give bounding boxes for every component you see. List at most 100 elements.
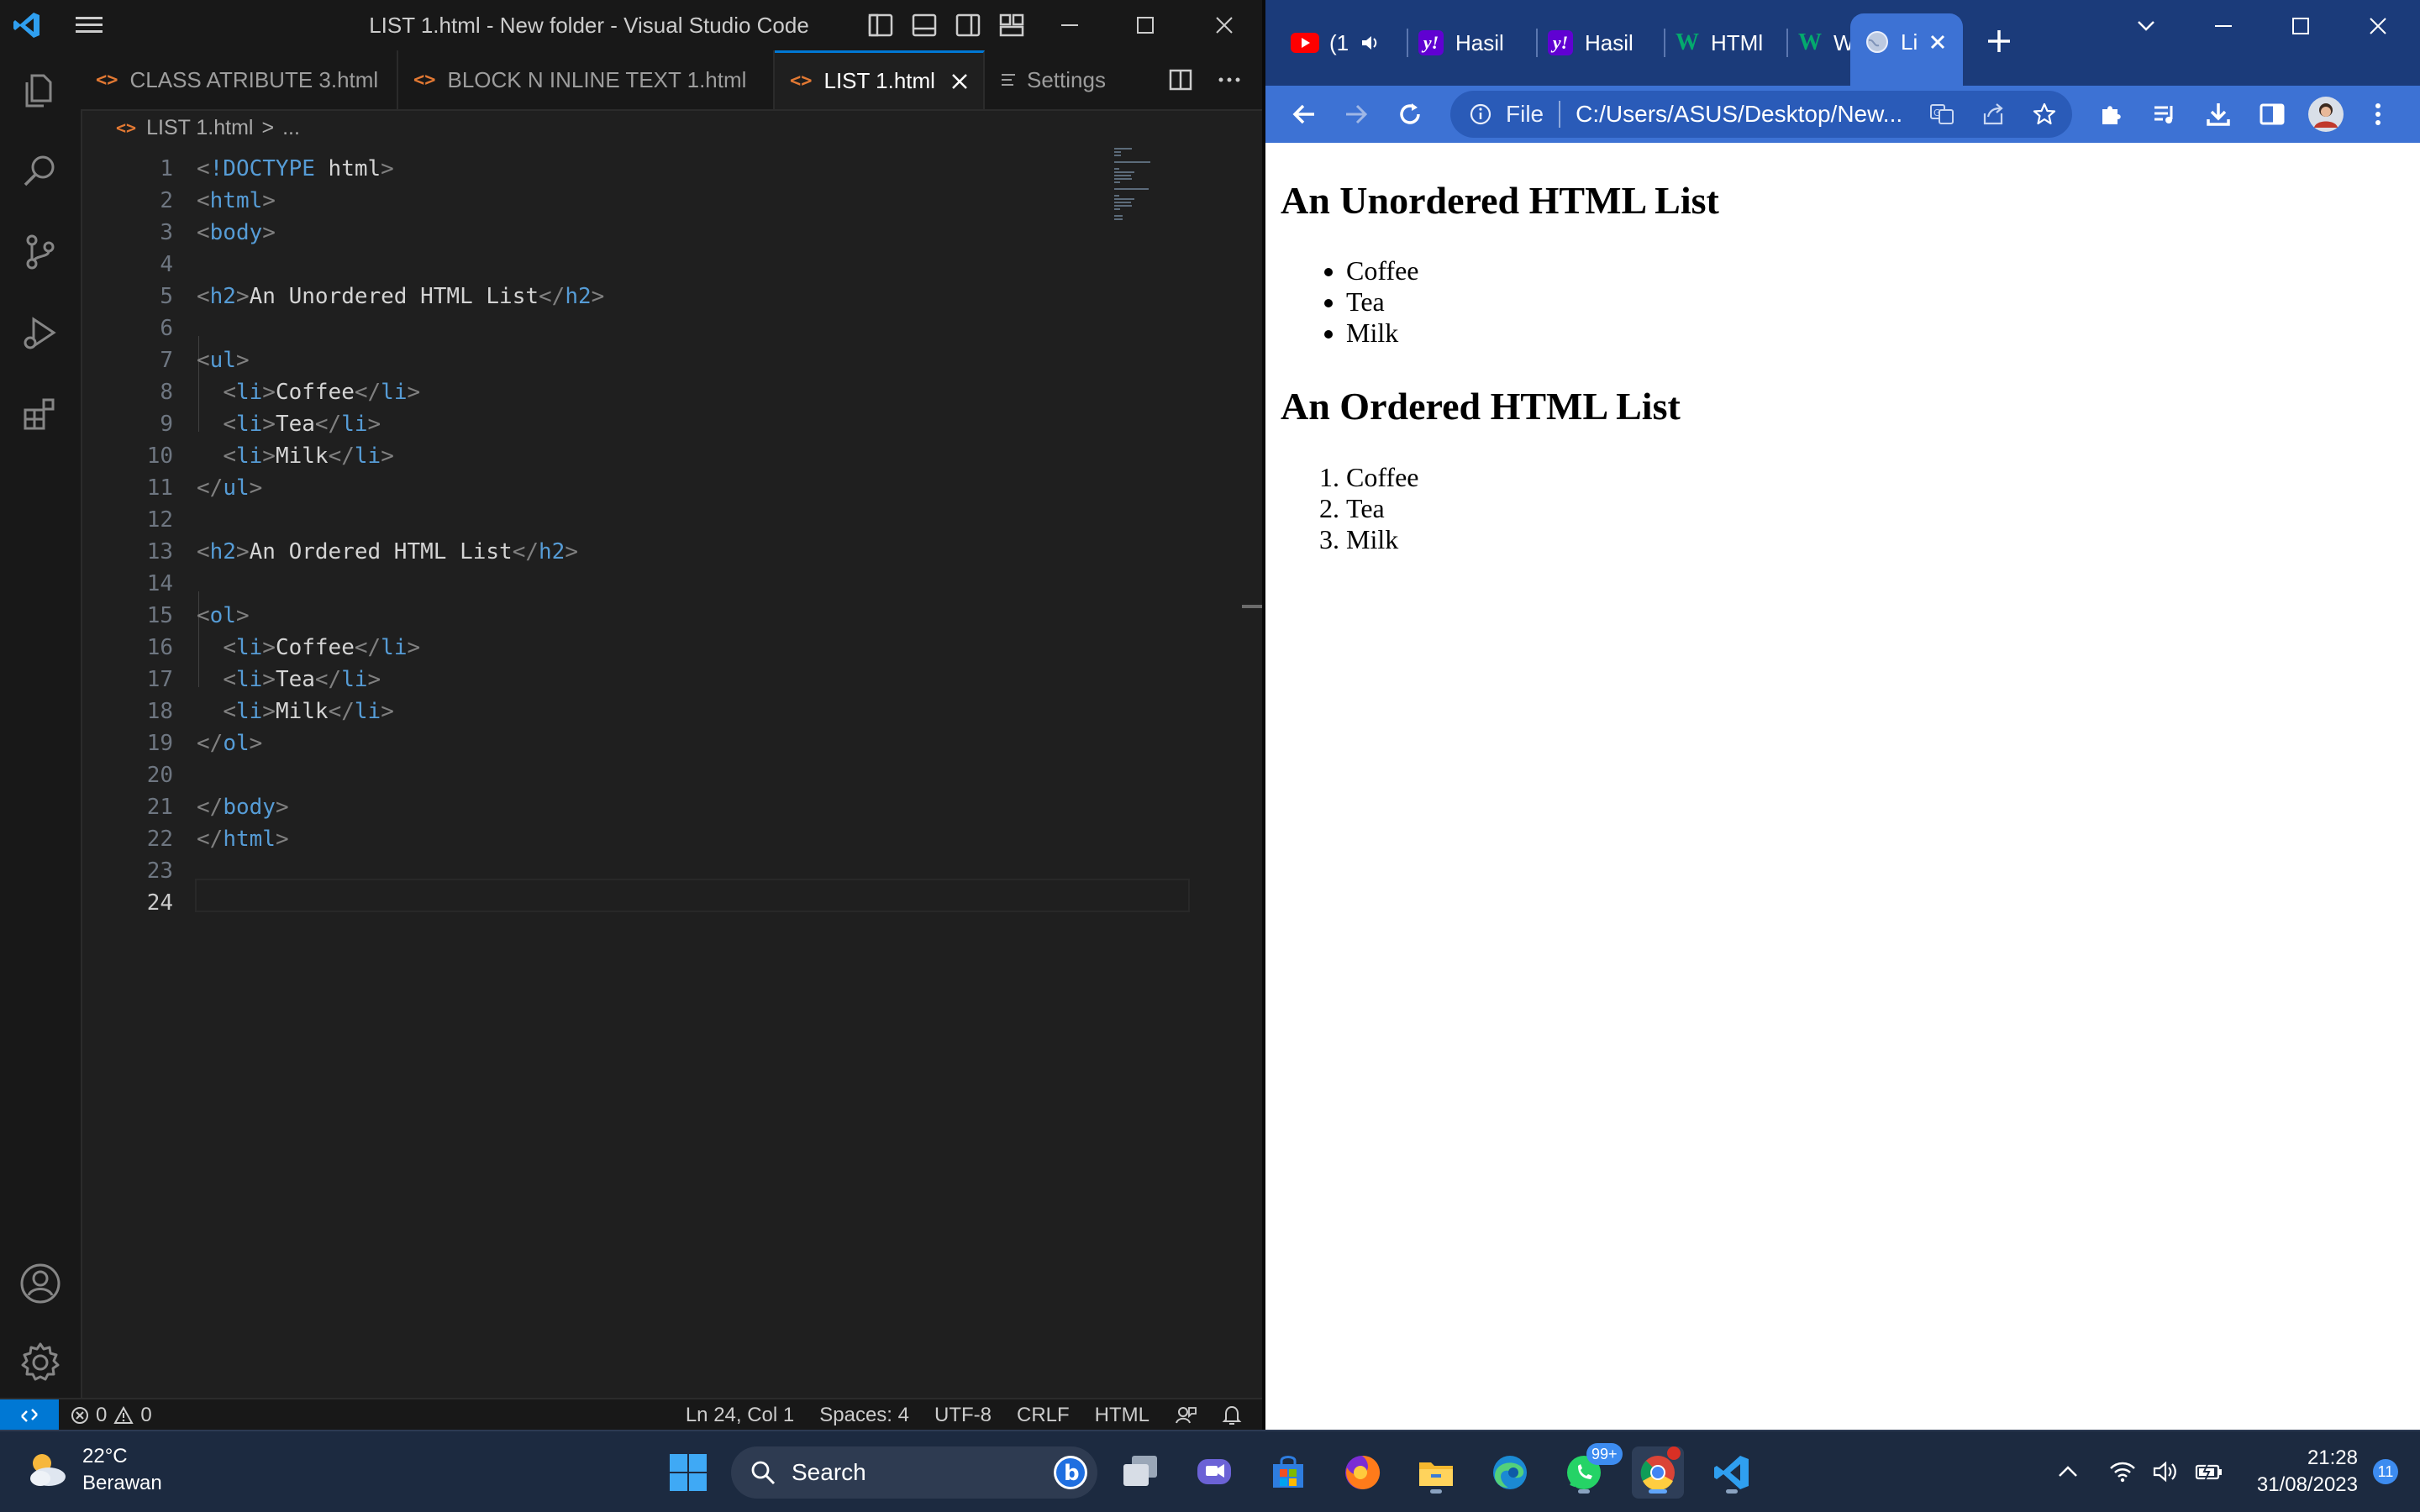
volume-icon[interactable]	[2153, 1460, 2178, 1483]
toggle-panel-icon[interactable]	[911, 12, 938, 39]
chrome-menu-kebab-icon[interactable]	[2358, 94, 2398, 134]
side-panel-icon[interactable]	[2252, 94, 2292, 134]
edge-icon[interactable]	[1484, 1446, 1536, 1499]
site-info-icon[interactable]	[1469, 102, 1492, 126]
code-token: Milk	[275, 699, 329, 724]
code-token: >	[381, 699, 394, 724]
microsoft-store-icon[interactable]	[1262, 1446, 1314, 1499]
language-mode[interactable]: HTML	[1095, 1404, 1150, 1427]
extensions-icon[interactable]	[0, 373, 81, 454]
cursor-position[interactable]: Ln 24, Col 1	[686, 1404, 794, 1427]
clock[interactable]: 21:28 31/08/2023	[2257, 1445, 2358, 1499]
minimize-button[interactable]	[2185, 0, 2262, 52]
extensions-puzzle-icon[interactable]	[2091, 94, 2131, 134]
notification-count-badge[interactable]: 11	[2373, 1459, 2398, 1484]
notifications-bell-icon[interactable]	[1222, 1404, 1242, 1426]
code-editor[interactable]: 1 2 3 4 5 6 7 8 9 10 11 12 13 14 15 16 17 18 19 20 21 22 23 24 …	[81, 144, 1262, 1398]
browser-tab-youtube[interactable]: (1	[1291, 15, 1392, 71]
code-token: <	[197, 348, 210, 373]
close-tab-icon[interactable]	[950, 72, 969, 91]
maximize-button[interactable]	[2262, 0, 2339, 52]
download-icon[interactable]	[2198, 94, 2238, 134]
chrome-icon[interactable]	[1632, 1446, 1684, 1499]
share-icon[interactable]	[1981, 102, 2007, 127]
tab-block-n-inline[interactable]: <> BLOCK N INLINE TEXT 1.html	[398, 50, 775, 109]
source-control-icon[interactable]	[0, 212, 81, 292]
minimap[interactable]	[1114, 144, 1207, 245]
tab-label: BLOCK N INLINE TEXT 1.html	[447, 66, 747, 92]
browser-tab-yahoo-2[interactable]: y! Hasil	[1548, 15, 1654, 71]
search-icon[interactable]	[0, 131, 81, 212]
code-token: >	[275, 795, 289, 820]
tab-label: Hasil	[1585, 29, 1634, 55]
whatsapp-icon[interactable]: 99+	[1558, 1443, 1623, 1499]
tab-list-1[interactable]: <> LIST 1.html	[775, 50, 985, 109]
forward-arrow-icon[interactable]	[1336, 94, 1376, 134]
code-token: </	[539, 284, 566, 309]
media-playlist-icon[interactable]	[2144, 94, 2185, 134]
line-number: 7	[160, 348, 173, 373]
remote-indicator-icon[interactable]	[0, 1399, 59, 1430]
task-view-icon[interactable]	[1114, 1446, 1166, 1499]
line-number: 8	[160, 380, 173, 405]
feedback-icon[interactable]	[1175, 1404, 1197, 1426]
run-debug-icon[interactable]	[0, 292, 81, 373]
bookmark-star-icon[interactable]	[2032, 102, 2057, 127]
close-button[interactable]	[1186, 0, 1262, 50]
start-windows-icon[interactable]	[662, 1446, 714, 1499]
list-item: Coffee	[1346, 255, 1418, 286]
html-file-icon: <>	[790, 71, 813, 92]
show-hidden-icons-chevron-up-icon[interactable]	[2057, 1465, 2079, 1478]
settings-gear-icon[interactable]	[0, 1322, 81, 1403]
maximize-button[interactable]	[1107, 0, 1183, 50]
w3schools-icon: W	[1676, 29, 1699, 55]
translate-icon[interactable]: G	[1929, 102, 1954, 127]
tab-search-chevron-down-icon[interactable]	[2107, 0, 2185, 52]
vscode-taskbar-icon[interactable]	[1706, 1446, 1758, 1499]
bing-icon[interactable]: b	[1052, 1454, 1089, 1491]
browser-tab-active[interactable]: Li	[1850, 13, 1963, 86]
firefox-icon[interactable]	[1336, 1446, 1388, 1499]
more-actions-icon[interactable]	[1217, 67, 1242, 92]
browser-tab-w3schools-1[interactable]: W HTMl	[1676, 15, 1775, 71]
yahoo-icon: y!	[1418, 30, 1444, 55]
new-tab-plus-icon[interactable]	[1985, 27, 2013, 55]
teams-chat-icon[interactable]	[1188, 1446, 1240, 1499]
code-line: <!DOCTYPE html>	[197, 153, 394, 185]
warning-count: 0	[140, 1404, 152, 1426]
code-token: >	[262, 380, 276, 405]
breadcrumb-file[interactable]: LIST 1.html	[146, 116, 253, 140]
code-line: </ul>	[197, 472, 262, 504]
weather-widget[interactable]: 22°C Berawan	[24, 1443, 162, 1497]
minimize-button[interactable]	[1032, 0, 1107, 50]
end-of-line[interactable]: CRLF	[1017, 1404, 1070, 1427]
breadcrumb-more[interactable]: ...	[282, 116, 300, 140]
code-token: >	[367, 412, 381, 437]
encoding[interactable]: UTF-8	[934, 1404, 992, 1427]
customize-layout-icon[interactable]	[998, 12, 1025, 39]
address-bar[interactable]: File C:/Users/ASUS/Desktop/New... G	[1450, 91, 2072, 138]
accounts-icon[interactable]	[0, 1243, 81, 1324]
indentation[interactable]: Spaces: 4	[819, 1404, 909, 1427]
speaker-icon[interactable]	[1360, 34, 1381, 52]
wifi-icon[interactable]	[2109, 1460, 2136, 1483]
profile-avatar[interactable]	[2306, 94, 2346, 134]
browser-tab-yahoo-1[interactable]: y! Hasil	[1418, 15, 1524, 71]
reload-icon[interactable]	[1390, 94, 1430, 134]
tab-class-atribute[interactable]: <> CLASS ATRIBUTE 3.html	[81, 50, 398, 109]
explorer-icon[interactable]	[0, 50, 81, 131]
split-editor-icon[interactable]	[1168, 67, 1193, 92]
problems-indicator[interactable]: 0 0	[71, 1399, 152, 1430]
scheme-label: File	[1506, 101, 1544, 127]
back-arrow-icon[interactable]	[1284, 94, 1324, 134]
file-explorer-icon[interactable]	[1410, 1446, 1462, 1499]
toggle-secondary-sidebar-icon[interactable]	[955, 12, 981, 39]
taskbar-search-box[interactable]: Search b	[731, 1446, 1097, 1499]
code-token: </	[328, 444, 355, 469]
battery-charging-icon[interactable]	[2195, 1462, 2223, 1482]
heading-unordered-list: An Unordered HTML List	[1281, 179, 1719, 222]
close-button[interactable]	[2339, 0, 2417, 52]
close-tab-icon[interactable]	[1929, 34, 1946, 50]
toggle-primary-sidebar-icon[interactable]	[867, 12, 894, 39]
tab-settings[interactable]: Settings	[985, 50, 1136, 109]
